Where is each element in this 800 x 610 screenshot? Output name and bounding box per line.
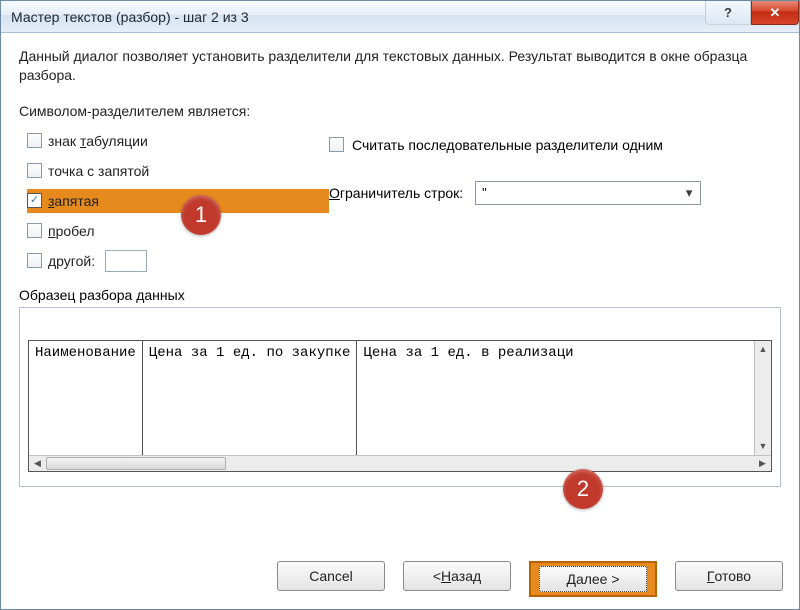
- horizontal-scrollbar[interactable]: ◀ ▶: [29, 455, 771, 471]
- text-qualifier-label: Ограничитель строк:: [329, 185, 463, 201]
- close-icon: ✕: [770, 5, 781, 21]
- scroll-thumb[interactable]: [46, 457, 226, 470]
- checkbox-label: запятая: [48, 193, 99, 209]
- checkbox-icon: ✓: [27, 193, 42, 208]
- delimiter-comma-checkbox[interactable]: ✓ запятая: [27, 189, 329, 213]
- text-import-wizard-dialog: Мастер текстов (разбор) - шаг 2 из 3 ? ✕…: [0, 0, 800, 610]
- checkbox-icon: [27, 163, 42, 178]
- dialog-button-row: Cancel < Назад Далее > Готово: [1, 551, 799, 609]
- preview-label: Образец разбора данных: [19, 287, 781, 303]
- annotation-callout-1: 1: [181, 195, 221, 235]
- preview-column-header: Цена за 1 ед. по закупке: [143, 341, 358, 471]
- scroll-right-icon: ▶: [754, 456, 771, 471]
- checkbox-label: точка с запятой: [48, 163, 149, 179]
- checkbox-icon: [27, 253, 42, 268]
- vertical-scrollbar[interactable]: ▲ ▼: [754, 341, 771, 455]
- help-button[interactable]: ?: [705, 1, 751, 25]
- cancel-button[interactable]: Cancel: [277, 561, 385, 591]
- dialog-description: Данный диалог позволяет установить разде…: [19, 47, 781, 85]
- preview-column-header: Цена за 1 ед. в реализаци: [357, 341, 579, 471]
- delimiter-other-checkbox[interactable]: другой:: [27, 249, 329, 273]
- consecutive-delimiters-checkbox[interactable]: Считать последовательные разделители одн…: [329, 137, 781, 153]
- preview-column-header: Наименование: [29, 341, 143, 471]
- delimiter-group-label: Символом-разделителем является:: [19, 103, 329, 119]
- titlebar: Мастер текстов (разбор) - шаг 2 из 3 ? ✕: [1, 1, 799, 33]
- checkbox-label: другой:: [48, 253, 95, 269]
- checkbox-icon: [27, 223, 42, 238]
- checkbox-label: Считать последовательные разделители одн…: [352, 137, 663, 153]
- next-button[interactable]: Далее >: [529, 561, 657, 597]
- window-title: Мастер текстов (разбор) - шаг 2 из 3: [11, 9, 249, 25]
- delimiter-tab-checkbox[interactable]: знак табуляции: [27, 129, 329, 153]
- checkbox-label: знак табуляции: [48, 133, 148, 149]
- checkbox-label: пробел: [48, 223, 95, 239]
- scroll-left-icon: ◀: [29, 456, 46, 471]
- annotation-callout-2: 2: [563, 469, 603, 509]
- scroll-up-icon: ▲: [755, 341, 771, 358]
- checkbox-icon: [329, 137, 344, 152]
- scroll-down-icon: ▼: [755, 438, 771, 455]
- preview-table: Наименование Цена за 1 ед. по закупке Це…: [28, 340, 772, 472]
- delimiter-semicolon-checkbox[interactable]: точка с запятой: [27, 159, 329, 183]
- select-value: ": [482, 185, 487, 200]
- preview-frame: Наименование Цена за 1 ед. по закупке Це…: [19, 307, 781, 487]
- finish-button[interactable]: Готово: [675, 561, 783, 591]
- delimiter-space-checkbox[interactable]: пробел: [27, 219, 329, 243]
- close-button[interactable]: ✕: [751, 1, 799, 25]
- help-icon: ?: [724, 5, 732, 20]
- back-button[interactable]: < Назад: [403, 561, 511, 591]
- text-qualifier-select[interactable]: " ▾: [475, 181, 701, 205]
- delimiter-group: Символом-разделителем является: знак таб…: [19, 103, 329, 273]
- chevron-down-icon: ▾: [680, 184, 698, 202]
- delimiter-other-input[interactable]: [105, 250, 147, 272]
- checkbox-icon: [27, 133, 42, 148]
